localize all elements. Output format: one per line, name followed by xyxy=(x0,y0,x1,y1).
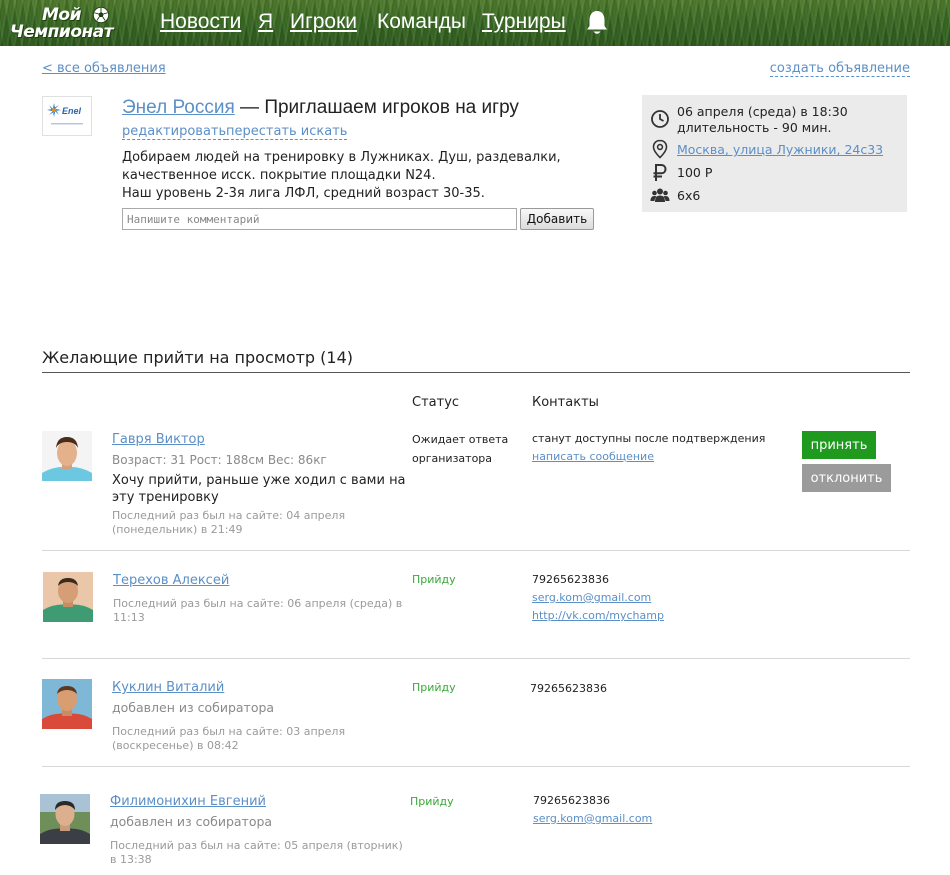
candidate-name-link[interactable]: Куклин Виталий xyxy=(112,680,224,695)
contact-info: 79265623836 serg.kom@gmail.com http://vk… xyxy=(532,571,664,625)
candidate-source: добавлен из собиратора xyxy=(110,814,273,829)
edit-ad-link[interactable]: редактировать xyxy=(122,124,227,140)
candidate-row: Терехов Алексей Последний раз был на сай… xyxy=(42,551,910,659)
candidate-row: Филимонихин Евгений добавлен из собирато… xyxy=(40,767,910,875)
comment-input[interactable] xyxy=(122,208,517,230)
candidate-row: Гавря Виктор Возраст: 31 Рост: 188см Вес… xyxy=(42,425,910,551)
add-comment-button[interactable]: Добавить xyxy=(520,208,594,230)
phone-number: 79265623836 xyxy=(530,682,607,695)
ad-description-line: качественное исск. покрытие площадки N24… xyxy=(122,168,436,183)
event-info-box: 06 апреля (среда) в 18:30 длительность -… xyxy=(642,95,907,212)
candidate-stats: Возраст: 31 Рост: 188см Вес: 86кг xyxy=(112,453,327,467)
team-name-link[interactable]: Энел Россия xyxy=(122,97,235,118)
bell-icon[interactable] xyxy=(585,9,609,36)
svg-text:Enel: Enel xyxy=(62,106,82,116)
clock-icon xyxy=(651,110,669,128)
candidate-source: добавлен из собиратора xyxy=(112,700,275,715)
ad-description-line: Наш уровень 2-3я лига ЛФЛ, средний возра… xyxy=(122,186,485,201)
event-duration: длительность - 90 мин. xyxy=(677,120,832,135)
email-link[interactable]: serg.kom@gmail.com xyxy=(533,810,652,828)
status-text: Прийду xyxy=(412,681,456,694)
ad-heading: Приглашаем игроков на игру xyxy=(264,97,519,118)
last-seen: Последний раз был на сайте: 05 апреля (в… xyxy=(110,839,403,866)
ad-description-line: Добираем людей на тренировку в Лужниках.… xyxy=(122,150,561,165)
group-icon xyxy=(650,188,670,202)
decline-button[interactable]: отклонить xyxy=(802,464,891,492)
candidate-name-link[interactable]: Терехов Алексей xyxy=(113,573,229,588)
event-date: 06 апреля (среда) в 18:30 длительность -… xyxy=(677,104,848,136)
candidate-row: Куклин Виталий добавлен из собиратора По… xyxy=(42,659,910,767)
nav-teams[interactable]: Команды xyxy=(377,10,466,34)
candidate-name-link[interactable]: Филимонихин Евгений xyxy=(110,794,266,809)
phone-number: 79265623836 xyxy=(532,573,609,586)
avatar[interactable] xyxy=(42,431,92,481)
back-to-all-ads-link[interactable]: < все объявления xyxy=(42,61,166,76)
event-format: 6х6 xyxy=(677,188,701,203)
candidate-name-link[interactable]: Гавря Виктор xyxy=(112,432,205,447)
top-navigation-bar: Мой Чемпионат Новости Я Игроки Команды Т… xyxy=(0,0,950,46)
vk-link[interactable]: http://vk.com/mychamp xyxy=(532,607,664,625)
nav-tournaments[interactable]: Турниры xyxy=(482,10,566,34)
avatar[interactable] xyxy=(43,572,93,622)
contact-info: 79265623836 serg.kom@gmail.com xyxy=(533,792,652,828)
write-message-link[interactable]: написать сообщение xyxy=(532,448,765,466)
accept-button[interactable]: принять xyxy=(802,431,876,459)
nav-news[interactable]: Новости xyxy=(160,10,241,34)
last-seen: Последний раз был на сайте: 06 апреля (с… xyxy=(113,597,403,624)
location-pin-icon xyxy=(652,139,668,159)
section-divider xyxy=(42,372,910,373)
candidate-message: Хочу прийти, раньше уже ходил с вами на … xyxy=(112,473,406,505)
contact-info: станут доступны после подтверждения напи… xyxy=(532,430,765,466)
nav-players[interactable]: Игроки xyxy=(290,10,357,34)
team-logo: Enel xyxy=(42,96,92,136)
ad-description: Добираем людей на тренировку в Лужниках.… xyxy=(122,149,602,203)
phone-number: 79265623836 xyxy=(533,794,610,807)
ruble-icon xyxy=(653,164,667,181)
contact-info: 79265623836 xyxy=(530,680,607,698)
event-price: 100 Р xyxy=(677,165,713,180)
avatar[interactable] xyxy=(42,679,92,729)
logo-line-2: Чемпионат xyxy=(10,22,114,42)
last-seen: Последний раз был на сайте: 04 апреля (п… xyxy=(112,509,346,536)
status-text: Прийду xyxy=(410,795,454,808)
nav-me[interactable]: Я xyxy=(258,10,273,34)
ad-title: Энел Россия — Приглашаем игроков на игру xyxy=(122,97,519,119)
status-text: Прийду xyxy=(412,573,456,586)
create-ad-link[interactable]: создать объявление xyxy=(769,61,910,77)
avatar[interactable] xyxy=(40,794,90,844)
event-address-link[interactable]: Москва, улица Лужники, 24с33 xyxy=(677,142,883,158)
stop-search-link[interactable]: перестать искать xyxy=(226,124,348,140)
email-link[interactable]: serg.kom@gmail.com xyxy=(532,589,664,607)
enel-logo-icon: Enel xyxy=(47,103,83,125)
status-column-header: Статус xyxy=(412,395,460,410)
event-datetime: 06 апреля (среда) в 18:30 xyxy=(677,104,848,119)
last-seen: Последний раз был на сайте: 03 апреля (в… xyxy=(112,725,346,752)
candidates-heading: Желающие прийти на просмотр (14) xyxy=(42,348,354,367)
site-logo[interactable]: Мой Чемпионат xyxy=(10,3,132,43)
status-text: Ожидает ответа организатора xyxy=(412,433,509,465)
contacts-column-header: Контакты xyxy=(532,395,599,410)
contacts-hidden-note: станут доступны после подтверждения xyxy=(532,432,766,445)
title-separator: — xyxy=(234,97,265,118)
